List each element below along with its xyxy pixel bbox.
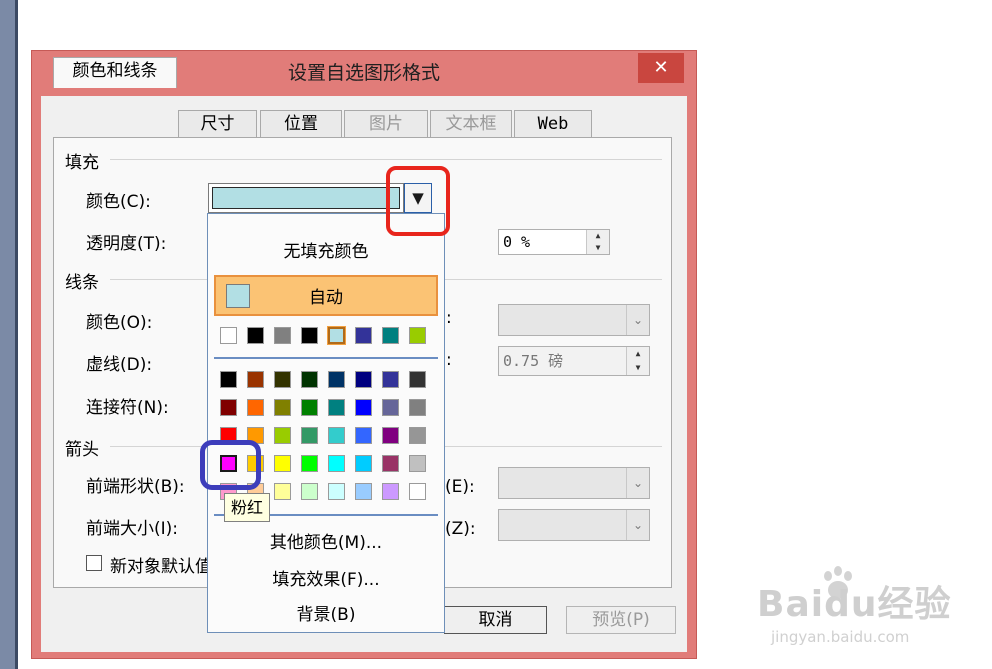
chevron-down-icon: ⌄ [626, 305, 649, 335]
palette-color-swatch[interactable] [328, 427, 345, 444]
palette-color-swatch[interactable] [409, 399, 426, 416]
palette-color-swatch[interactable] [274, 455, 291, 472]
automatic-color-option[interactable]: 自动 [214, 275, 438, 316]
recent-color-swatch[interactable] [355, 327, 372, 344]
palette-color-swatch[interactable] [355, 427, 372, 444]
tab-picture[interactable]: 图片 [344, 110, 428, 137]
chevron-down-icon: ⌄ [626, 510, 649, 540]
transparency-label: 透明度(T): [86, 234, 167, 254]
dash-label: 虚线(D): [86, 355, 153, 375]
cancel-button[interactable]: 取消 [444, 606, 547, 634]
palette-color-swatch[interactable] [409, 371, 426, 388]
arrows-section-title: 箭头 [65, 440, 99, 460]
palette-color-swatch[interactable] [247, 399, 264, 416]
tab-textbox[interactable]: 文本框 [430, 110, 512, 137]
palette-color-swatch[interactable] [355, 399, 372, 416]
end-style-select[interactable]: ⌄ [498, 467, 650, 499]
tab-colors-and-lines[interactable]: 颜色和线条 [53, 57, 177, 88]
fill-divider [110, 159, 662, 160]
fill-color-label: 颜色(C): [86, 192, 151, 212]
begin-size-label: 前端大小(I): [86, 519, 179, 539]
transparency-value: 0 % [503, 233, 531, 251]
automatic-label: 自动 [309, 288, 343, 308]
palette-color-swatch[interactable] [382, 483, 399, 500]
popup-divider [214, 357, 438, 359]
close-button[interactable]: ✕ [638, 53, 684, 83]
tab-web[interactable]: Web [514, 110, 592, 137]
palette-color-swatch[interactable] [382, 427, 399, 444]
line-weight-spinner[interactable]: ▲ ▼ [626, 347, 649, 375]
pink-highlight-annotation [200, 440, 261, 490]
palette-color-swatch[interactable] [301, 399, 318, 416]
palette-color-swatch[interactable] [382, 399, 399, 416]
palette-color-swatch[interactable] [274, 371, 291, 388]
default-new-objects-checkbox[interactable] [86, 555, 102, 571]
preview-button[interactable]: 预览(P) [566, 606, 676, 634]
palette-color-swatch[interactable] [328, 483, 345, 500]
palette-color-swatch[interactable] [382, 371, 399, 388]
spin-down-icon[interactable]: ▼ [627, 361, 649, 375]
recent-color-swatch[interactable] [382, 327, 399, 344]
palette-color-swatch[interactable] [220, 371, 237, 388]
palette-color-swatch[interactable] [274, 483, 291, 500]
palette-color-swatch[interactable] [409, 455, 426, 472]
line-color-label: 颜色(O): [86, 313, 153, 333]
transparency-input[interactable]: 0 % ▲ ▼ [498, 229, 610, 255]
more-colors-option[interactable]: 其他颜色(M)... [208, 528, 444, 553]
palette-color-swatch[interactable] [220, 399, 237, 416]
spin-up-icon[interactable]: ▲ [627, 347, 649, 361]
recent-color-swatch[interactable] [220, 327, 237, 344]
tab-position[interactable]: 位置 [260, 110, 342, 137]
dropdown-highlight-annotation [386, 166, 450, 236]
recent-color-swatch[interactable] [247, 327, 264, 344]
palette-color-swatch[interactable] [301, 427, 318, 444]
color-dropdown-menu: 无填充颜色 自动 其他颜色(M)... 填充效果(F)... 背景(B) [207, 213, 445, 633]
recent-color-swatch[interactable] [409, 327, 426, 344]
tab-size[interactable]: 尺寸 [178, 110, 257, 137]
fill-color-swatch [212, 187, 400, 209]
window-edge [0, 0, 15, 669]
color-tooltip: 粉红 [224, 493, 270, 522]
palette-color-swatch[interactable] [301, 455, 318, 472]
baidu-watermark: Baidu经验 [757, 584, 952, 625]
window-edge-dark [15, 0, 18, 669]
palette-color-swatch[interactable] [409, 483, 426, 500]
palette-color-swatch[interactable] [274, 399, 291, 416]
palette-color-swatch[interactable] [328, 371, 345, 388]
palette-color-swatch[interactable] [301, 483, 318, 500]
palette-color-swatch[interactable] [355, 371, 372, 388]
line-weight-input[interactable]: 0.75 磅 ▲ ▼ [498, 346, 650, 376]
palette-color-swatch[interactable] [328, 455, 345, 472]
palette-color-swatch[interactable] [382, 455, 399, 472]
fill-color-select[interactable] [208, 183, 404, 213]
palette-color-swatch[interactable] [274, 427, 291, 444]
line-weight-colon: : [446, 350, 452, 370]
palette-color-swatch[interactable] [301, 371, 318, 388]
background-option[interactable]: 背景(B) [208, 600, 444, 625]
end-size-select[interactable]: ⌄ [498, 509, 650, 541]
palette-color-swatch[interactable] [355, 483, 372, 500]
spin-up-icon[interactable]: ▲ [587, 230, 609, 242]
line-section-title: 线条 [65, 273, 99, 293]
default-new-objects-label: 新对象默认值 [110, 557, 208, 577]
transparency-spinner[interactable]: ▲ ▼ [586, 230, 609, 254]
fill-effects-option[interactable]: 填充效果(F)... [208, 565, 444, 590]
baidu-watermark-url: jingyan.baidu.com [771, 628, 910, 646]
line-style-colon: : [446, 308, 452, 328]
palette-color-swatch[interactable] [409, 427, 426, 444]
fill-section-title: 填充 [65, 153, 99, 173]
palette-color-swatch[interactable] [328, 399, 345, 416]
recent-color-swatch[interactable] [327, 326, 346, 345]
spin-down-icon[interactable]: ▼ [587, 242, 609, 254]
no-fill-option[interactable]: 无填充颜色 [208, 237, 444, 262]
palette-color-swatch[interactable] [355, 455, 372, 472]
recent-color-swatch[interactable] [274, 327, 291, 344]
begin-style-label: 前端形状(B): [86, 477, 185, 497]
palette-color-swatch[interactable] [247, 371, 264, 388]
line-weight-value: 0.75 磅 [503, 352, 564, 370]
recent-color-swatch[interactable] [301, 327, 318, 344]
connector-label: 连接符(N): [86, 398, 169, 418]
line-style-select[interactable]: ⌄ [498, 304, 650, 336]
chevron-down-icon: ⌄ [626, 468, 649, 498]
